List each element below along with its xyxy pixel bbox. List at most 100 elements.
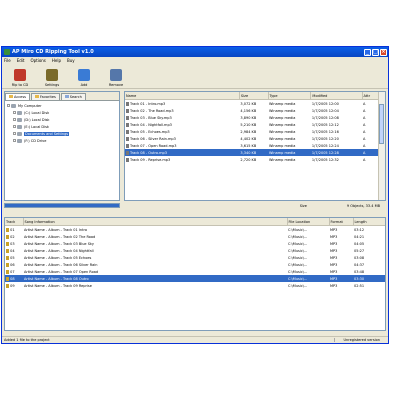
menu-options[interactable]: Options [30, 58, 45, 63]
tree-item[interactable]: Documents and Settings [7, 130, 117, 137]
track-num-cell: 03 [5, 240, 23, 247]
track-row[interactable]: 04 Artist Name - Album - Track 04 Nightfa… [5, 247, 385, 254]
tab-search[interactable]: Search [60, 92, 86, 100]
track-row[interactable]: 05 Artist Name - Album - Track 05 Echoes C… [5, 254, 385, 261]
track-info: Artist Name - Album - Track 08 Outro [23, 275, 287, 282]
tree-item[interactable]: (D:) Local Disk [7, 116, 117, 123]
file-row[interactable]: Track 07 - Open Road.mp3 3,615 KB Winamp m… [125, 142, 385, 149]
track-format: MP3 [330, 248, 338, 253]
file-row[interactable]: Track 06 - Silver Rain.mp3 4,402 KB Winamp… [125, 135, 385, 142]
col-song-info[interactable]: Song Information [23, 218, 288, 226]
expand-icon[interactable] [13, 139, 16, 142]
menu-edit[interactable]: Edit [17, 58, 25, 63]
tab-access-label: Access [14, 94, 26, 99]
audio-file-icon [126, 108, 129, 113]
file-name-cell: Track 06 - Silver Rain.mp3 [125, 135, 239, 142]
menu-buy[interactable]: Buy [67, 58, 75, 63]
col-length[interactable]: Length [353, 218, 385, 226]
file-name-cell: Track 05 - Echoes.mp3 [125, 128, 239, 135]
expand-icon[interactable] [13, 118, 16, 121]
col-size[interactable]: Size [239, 92, 269, 100]
track-format: MP3 [330, 262, 338, 267]
track-num: 06 [10, 262, 15, 267]
scroll-thumb[interactable] [379, 104, 384, 144]
track-location: C:\Music\... [288, 227, 308, 232]
audio-file-icon [126, 129, 129, 134]
tree-item[interactable]: (F:) CD Drive [7, 137, 117, 144]
track-length: 04:21 [354, 234, 365, 239]
menu-help[interactable]: Help [52, 58, 61, 63]
col-name[interactable]: Name [125, 92, 240, 100]
file-status: Size 9 Objects, 33.4 MB [124, 203, 386, 209]
rip-button[interactable]: Rip to CD [6, 64, 34, 88]
track-row[interactable]: 07 Artist Name - Album - Track 07 Open Ro… [5, 268, 385, 275]
settings-button[interactable]: Settings [38, 64, 66, 88]
file-pane: Name Size Type Modified Attr Track 01 - … [124, 91, 386, 201]
file-name: Track 02 - The Road.mp3 [130, 108, 174, 113]
expand-icon[interactable] [7, 104, 10, 107]
file-row[interactable]: Track 05 - Echoes.mp3 2,984 KB Winamp medi… [125, 128, 385, 135]
col-location[interactable]: File Location [287, 218, 330, 226]
vertical-scrollbar[interactable] [378, 92, 385, 200]
col-format[interactable]: Format [329, 218, 354, 226]
track-length: 02:51 [354, 283, 365, 288]
track-row[interactable]: 06 Artist Name - Album - Track 06 Silver … [5, 261, 385, 268]
app-icon [4, 49, 10, 55]
track-row[interactable]: 01 Artist Name - Album - Track 01 Intro C:… [5, 226, 385, 234]
file-modified: 1/7/2005 12:20 [311, 136, 339, 141]
col-type[interactable]: Type [268, 92, 312, 100]
tab-access[interactable]: Access [5, 92, 30, 100]
col-modified[interactable]: Modified [310, 92, 363, 100]
file-row[interactable]: Track 09 - Reprise.mp3 2,720 KB Winamp med… [125, 156, 385, 163]
track-row[interactable]: 08 Artist Name - Album - Track 08 Outro C:… [5, 275, 385, 282]
file-modified: 1/7/2005 12:12 [311, 122, 339, 127]
file-size: 3,340 KB [239, 149, 269, 156]
file-row[interactable]: Track 04 - Nightfall.mp3 5,210 KB Winamp m… [125, 121, 385, 128]
file-status-right: 9 Objects, 33.4 MB [346, 204, 380, 208]
track-num: 01 [10, 227, 15, 232]
file-row[interactable]: Track 01 - Intro.mp3 3,072 KB Winamp media… [125, 100, 385, 108]
status-bar: Added 1 file to the project Unregistered… [2, 336, 388, 343]
track-format: MP3 [330, 227, 338, 232]
file-modified: 1/7/2005 12:32 [311, 157, 339, 162]
add-button[interactable]: Add [70, 64, 98, 88]
maximize-button[interactable]: □ [372, 48, 379, 56]
tab-favorites-label: Favorites [39, 94, 56, 99]
music-icon [6, 269, 9, 274]
track-format: MP3 [330, 269, 338, 274]
window-title: AP Miro CD Ripping Tool v1.0 [12, 49, 94, 55]
expand-icon[interactable] [13, 125, 16, 128]
minimize-button[interactable]: _ [364, 48, 371, 56]
music-icon [6, 262, 9, 267]
col-track[interactable]: Track [5, 218, 24, 226]
tree-item[interactable]: (E:) Local Disk [7, 123, 117, 130]
close-button[interactable]: × [380, 48, 387, 56]
settings-label: Settings [44, 83, 60, 87]
track-num: 02 [10, 234, 15, 239]
file-size: 4,402 KB [240, 136, 257, 141]
track-num: 07 [10, 269, 15, 274]
toolbar: Rip to CD Settings Add Remove [2, 63, 388, 89]
tree-item[interactable]: (C:) Local Disk [7, 109, 117, 116]
audio-file-icon [126, 122, 129, 127]
tab-favorites[interactable]: Favorites [30, 92, 60, 100]
music-icon [6, 276, 9, 281]
expand-icon[interactable] [13, 132, 16, 135]
file-row[interactable]: Track 08 - Outro.mp3 3,340 KB Winamp media… [125, 149, 385, 156]
track-row[interactable]: 09 Artist Name - Album - Track 09 Reprise… [5, 282, 385, 289]
track-row[interactable]: 02 Artist Name - Album - Track 02 The Roa… [5, 233, 385, 240]
add-label: Add [80, 83, 88, 87]
file-name-cell: Track 04 - Nightfall.mp3 [125, 121, 239, 128]
track-row[interactable]: 03 Artist Name - Album - Track 03 Blue Sk… [5, 240, 385, 247]
track-format: MP3 [329, 275, 353, 282]
file-row[interactable]: Track 02 - The Road.mp3 4,156 KB Winamp me… [125, 107, 385, 114]
tree-item[interactable]: My Computer [7, 102, 117, 109]
star-icon [34, 95, 39, 98]
file-row[interactable]: Track 03 - Blue Sky.mp3 3,890 KB Winamp me… [125, 114, 385, 121]
remove-button[interactable]: Remove [102, 64, 130, 88]
menu-file[interactable]: File [4, 58, 11, 63]
folder-tree: My Computer (C:) Local Disk (D:) Local Dis… [5, 101, 119, 145]
expand-icon[interactable] [13, 111, 16, 114]
audio-file-icon [126, 101, 129, 106]
search-icon [64, 95, 69, 98]
